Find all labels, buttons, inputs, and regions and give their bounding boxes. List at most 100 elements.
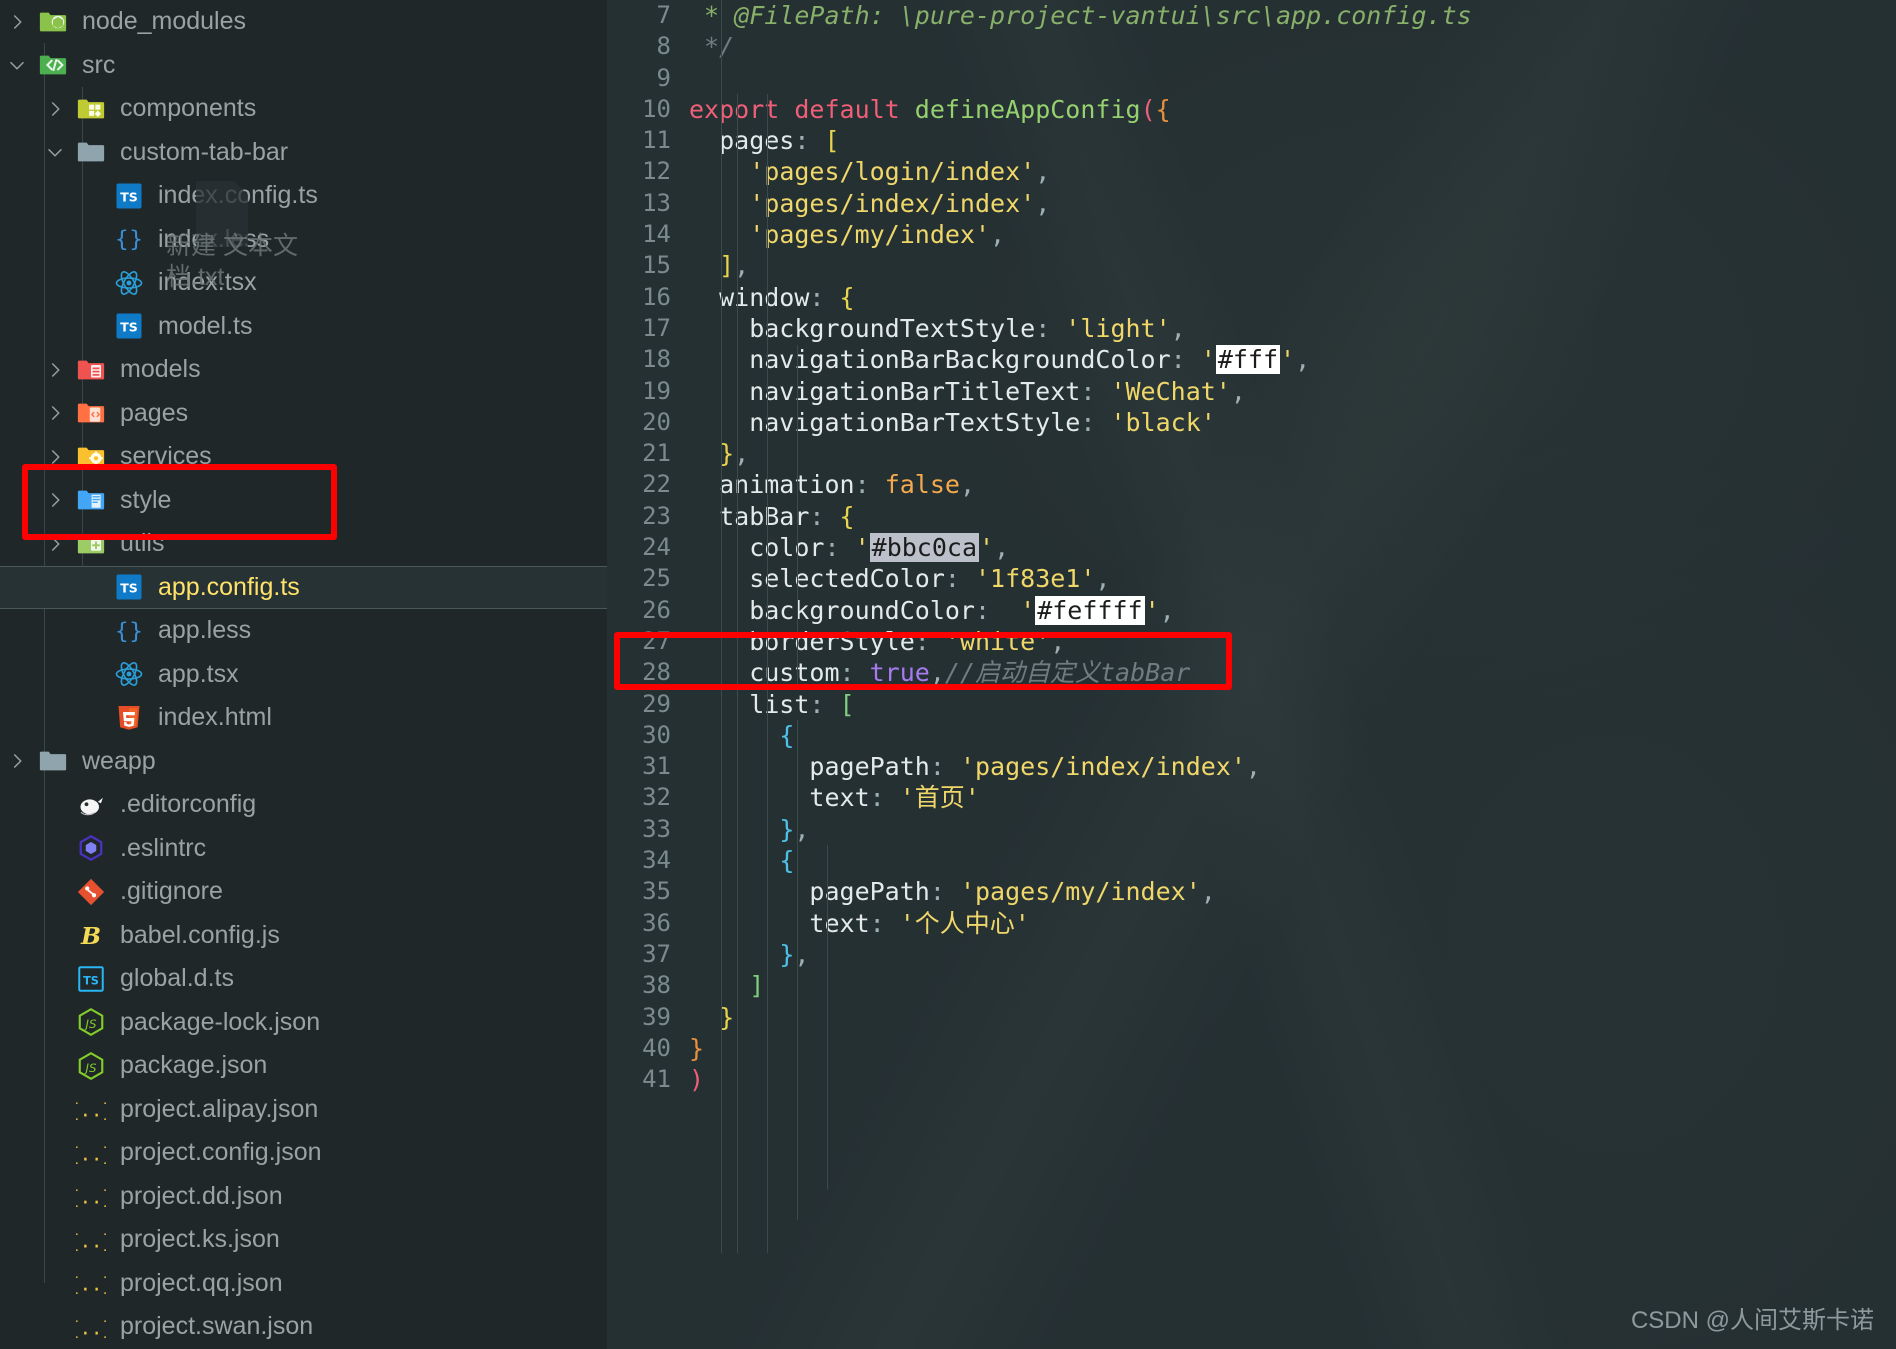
file-tree-item[interactable]: utils: [0, 522, 607, 566]
chevron-right-icon[interactable]: [0, 13, 34, 31]
file-tree[interactable]: node_modules src components custom-tab-bar T…: [0, 0, 607, 1349]
code-line-text: 'pages/index/index',: [749, 188, 1051, 218]
file-tree-item[interactable]: custom-tab-bar: [0, 131, 607, 175]
folder-src-icon: [34, 50, 72, 80]
file-tree-item[interactable]: {..} project.swan.json: [0, 1305, 607, 1349]
code-line[interactable]: 9: [607, 63, 1896, 94]
code-line[interactable]: 34 {: [607, 845, 1896, 876]
code-line[interactable]: 41): [607, 1064, 1896, 1095]
code-line[interactable]: 8 */: [607, 31, 1896, 62]
file-tree-item[interactable]: {..} project.alipay.json: [0, 1088, 607, 1132]
svg-text:{..}: {..}: [76, 1275, 106, 1296]
code-line[interactable]: 31 pagePath: 'pages/index/index',: [607, 751, 1896, 782]
code-line[interactable]: 33 },: [607, 814, 1896, 845]
line-number: 38: [642, 971, 671, 1000]
line-number: 28: [642, 658, 671, 687]
file-tree-item-label: babel.config.js: [120, 920, 280, 949]
chevron-down-icon[interactable]: [38, 143, 72, 161]
code-line[interactable]: 21 },: [607, 438, 1896, 469]
line-number: 32: [642, 783, 671, 812]
file-explorer-sidebar[interactable]: node_modules src components custom-tab-bar T…: [0, 0, 607, 1349]
file-tree-item[interactable]: app.tsx: [0, 653, 607, 697]
code-line[interactable]: 40}: [607, 1033, 1896, 1064]
file-tree-item[interactable]: components: [0, 87, 607, 131]
editor-indent-guide: [721, 0, 722, 1253]
file-tree-item[interactable]: index.html: [0, 696, 607, 740]
code-line[interactable]: 10 export default defineAppConfig({: [607, 94, 1896, 125]
file-tree-item-label: app.tsx: [158, 659, 239, 688]
chevron-right-icon[interactable]: [38, 404, 72, 422]
code-line[interactable]: 23 tabBar: {: [607, 501, 1896, 532]
file-tree-item[interactable]: JS package-lock.json: [0, 1001, 607, 1045]
code-line-text: ]: [749, 971, 765, 1001]
file-tree-item[interactable]: .gitignore: [0, 870, 607, 914]
code-line[interactable]: 26 backgroundColor: '#feffff',: [607, 595, 1896, 626]
line-number: 25: [642, 564, 671, 593]
svg-text:JS: JS: [83, 1061, 96, 1075]
code-line[interactable]: 15 ],: [607, 250, 1896, 281]
code-line-text: backgroundTextStyle: 'light',: [689, 313, 1186, 343]
less-icon: {}: [110, 224, 148, 254]
code-line[interactable]: 29 list: [: [607, 689, 1896, 720]
code-line[interactable]: 32 text: '首页': [607, 782, 1896, 813]
file-tree-item[interactable]: .eslintrc: [0, 827, 607, 871]
line-number: 7: [656, 1, 671, 29]
file-tree-item[interactable]: JS package.json: [0, 1044, 607, 1088]
code-line[interactable]: 28 custom: true,//启动自定义tabBar: [607, 657, 1896, 688]
folder-node-icon: [34, 7, 72, 37]
file-tree-item[interactable]: {..} project.ks.json: [0, 1218, 607, 1262]
code-line[interactable]: 37 },: [607, 939, 1896, 970]
code-line[interactable]: 35 pagePath: 'pages/my/index',: [607, 876, 1896, 907]
file-tree-item[interactable]: TS model.ts: [0, 305, 607, 349]
code-line[interactable]: 7 * @FilePath: \pure-project-vantui\src\…: [607, 0, 1896, 31]
code-line[interactable]: 25 selectedColor: '1f83e1',: [607, 563, 1896, 594]
file-tree-item-label: weapp: [82, 746, 156, 775]
file-tree-item[interactable]: style: [0, 479, 607, 523]
file-tree-item[interactable]: src: [0, 44, 607, 88]
file-tree-item[interactable]: weapp: [0, 740, 607, 784]
file-tree-item[interactable]: node_modules: [0, 0, 607, 44]
chevron-right-icon[interactable]: [38, 448, 72, 466]
chevron-right-icon[interactable]: [38, 100, 72, 118]
code-line[interactable]: 22 animation: false,: [607, 469, 1896, 500]
file-tree-item[interactable]: TSindex.config.ts: [0, 174, 607, 218]
svg-text:JS: JS: [83, 1017, 96, 1031]
file-tree-item[interactable]: services: [0, 435, 607, 479]
code-line-text: text: '个人中心': [689, 908, 1030, 938]
code-line[interactable]: 11 pages: [: [607, 125, 1896, 156]
code-content[interactable]: 7 * @FilePath: \pure-project-vantui\src\…: [607, 0, 1896, 1253]
code-line[interactable]: 39 }: [607, 1002, 1896, 1033]
file-tree-item[interactable]: {} app.less: [0, 609, 607, 653]
code-line[interactable]: 27 borderStyle: 'white',: [607, 626, 1896, 657]
chevron-down-icon[interactable]: [0, 56, 34, 74]
chevron-right-icon[interactable]: [0, 752, 34, 770]
file-tree-item[interactable]: TS global.d.ts: [0, 957, 607, 1001]
code-line[interactable]: 20 navigationBarTextStyle: 'black': [607, 407, 1896, 438]
file-tree-item-label: project.swan.json: [120, 1312, 314, 1341]
file-tree-item[interactable]: {..} project.config.json: [0, 1131, 607, 1175]
code-line[interactable]: 14 'pages/my/index',: [607, 219, 1896, 250]
svg-text:TS: TS: [120, 581, 138, 596]
chevron-right-icon[interactable]: [38, 535, 72, 553]
code-line[interactable]: 12 'pages/login/index',: [607, 156, 1896, 187]
code-line[interactable]: 18 navigationBarBackgroundColor: '#fff',: [607, 344, 1896, 375]
chevron-right-icon[interactable]: [38, 491, 72, 509]
file-tree-item[interactable]: {..} project.qq.json: [0, 1262, 607, 1306]
file-tree-item[interactable]: TS app.config.ts: [0, 565, 607, 609]
code-line[interactable]: 19 navigationBarTitleText: 'WeChat',: [607, 376, 1896, 407]
file-tree-item[interactable]: Bbabel.config.js: [0, 914, 607, 958]
code-line[interactable]: 24 color: '#bbc0ca',: [607, 532, 1896, 563]
code-line[interactable]: 38 ]: [607, 970, 1896, 1001]
code-line[interactable]: 16 window: {: [607, 282, 1896, 313]
file-tree-item[interactable]: models: [0, 348, 607, 392]
file-tree-item[interactable]: {..} project.dd.json: [0, 1175, 607, 1219]
code-line[interactable]: 17 backgroundTextStyle: 'light',: [607, 313, 1896, 344]
folder-models-icon: [72, 355, 110, 385]
chevron-right-icon[interactable]: [38, 361, 72, 379]
file-tree-item[interactable]: pages: [0, 392, 607, 436]
code-line[interactable]: 36 text: '个人中心': [607, 908, 1896, 939]
file-tree-item[interactable]: .editorconfig: [0, 783, 607, 827]
code-line[interactable]: 13 'pages/index/index',: [607, 188, 1896, 219]
code-editor[interactable]: 7 * @FilePath: \pure-project-vantui\src\…: [607, 0, 1896, 1349]
code-line[interactable]: 30 {: [607, 720, 1896, 751]
